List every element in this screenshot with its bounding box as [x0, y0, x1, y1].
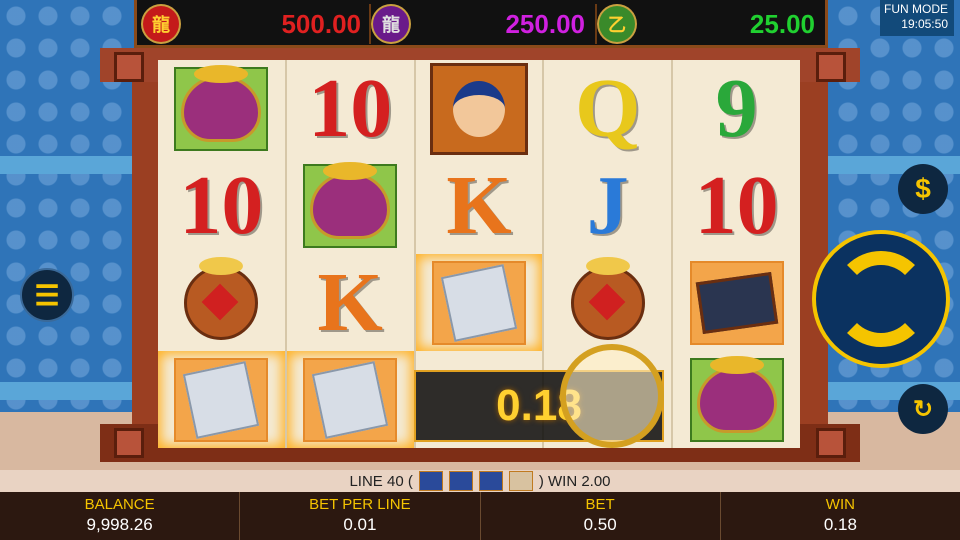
reel-cell	[673, 254, 800, 351]
jackpot-major: 龍 250.00	[373, 4, 593, 44]
king-symbol: K	[317, 255, 383, 349]
reel-cell: 10	[158, 157, 285, 254]
gold-pot-symbol	[174, 64, 269, 151]
gold-pot-icon	[310, 161, 391, 239]
jackpot-grand: 龍 500.00	[143, 4, 369, 44]
bagua-wild-icon	[560, 344, 664, 448]
reel-cell: Q	[544, 60, 671, 157]
autoplay-icon: ↻	[912, 395, 934, 423]
mode-label: FUN MODE	[884, 2, 948, 16]
bet-per-line-label: BET PER LINE	[309, 496, 411, 513]
merchant-face-icon	[452, 80, 505, 137]
frame-corner	[816, 428, 846, 458]
ten-symbol: 10	[308, 61, 393, 155]
gold-pot-symbol	[689, 355, 784, 442]
menu-icon: ☰	[34, 279, 60, 311]
spin-icon	[833, 251, 929, 347]
frame-corner	[114, 52, 144, 82]
reel-cell	[287, 157, 414, 254]
book-icon	[440, 263, 518, 342]
reel-cell	[544, 254, 671, 351]
book-icon	[183, 360, 260, 439]
reel-cell: 9	[673, 60, 800, 157]
jack-symbol: J	[586, 158, 629, 252]
win-display: WIN 0.18	[721, 492, 960, 540]
reel-1: 10	[158, 60, 287, 448]
line-info-suffix: ) WIN 2.00	[538, 472, 611, 490]
gold-pot-symbol	[303, 161, 398, 248]
dollar-icon: $	[915, 173, 931, 204]
rice-jar-icon	[570, 256, 645, 340]
nine-symbol: 9	[715, 61, 758, 155]
reel-cell	[673, 351, 800, 448]
reel-cell: 10	[673, 157, 800, 254]
queen-symbol: Q	[575, 61, 641, 155]
ten-symbol: 10	[179, 158, 264, 252]
purple-dragon-icon: 龍	[373, 6, 409, 42]
reel-cell	[416, 60, 543, 157]
divider	[369, 4, 371, 44]
reel-cell: K	[287, 254, 414, 351]
jackpot-grand-value: 500.00	[281, 8, 361, 39]
line-info-prefix: LINE 40 (	[349, 472, 413, 490]
bet-settings-button[interactable]: $	[898, 164, 948, 214]
reel-cell	[416, 254, 543, 351]
gold-pot-icon	[696, 355, 777, 433]
balance-label: BALANCE	[84, 496, 155, 513]
reel-cell: J	[544, 157, 671, 254]
balance-display: BALANCE 9,998.26	[0, 492, 241, 540]
win-label: WIN	[825, 496, 855, 513]
bet-display[interactable]: BET 0.50	[481, 492, 721, 540]
abacus-symbol	[689, 260, 784, 345]
win-value: 0.18	[823, 515, 857, 534]
bet-per-line-value: 0.01	[343, 515, 377, 534]
book-symbol	[431, 260, 526, 345]
menu-button[interactable]: ☰	[20, 268, 74, 322]
spin-button[interactable]	[812, 230, 950, 368]
balance-value: 9,998.26	[86, 515, 153, 534]
bet-label: BET	[585, 496, 615, 513]
jackpot-bar: 龍 500.00 龍 250.00 乙 25.00	[134, 0, 828, 48]
reel-cell: K	[416, 157, 543, 254]
reel-cell	[158, 351, 285, 448]
jackpot-minor: 乙 25.00	[599, 4, 823, 44]
clock: 19:05:50	[901, 17, 948, 31]
bet-per-line-display[interactable]: BET PER LINE 0.01	[240, 492, 481, 540]
bet-value: 0.50	[583, 515, 617, 534]
reel-cell	[158, 60, 285, 157]
book-icon	[312, 360, 389, 439]
merchant-symbol	[429, 62, 528, 155]
rice-jar-icon	[184, 256, 259, 340]
book-mini-icon	[418, 471, 443, 491]
frame-corner	[816, 52, 846, 82]
line-win-info: LINE 40 ( ) WIN 2.00	[0, 470, 960, 492]
frame-corner	[114, 428, 144, 458]
reel-5: 9 10	[673, 60, 800, 448]
jackpot-major-value: 250.00	[505, 8, 585, 39]
ten-symbol: 10	[694, 158, 779, 252]
book-symbol	[174, 357, 269, 442]
green-coin-icon: 乙	[599, 6, 635, 42]
bottom-bar: BALANCE 9,998.26 BET PER LINE 0.01 BET 0…	[0, 492, 960, 540]
gold-pot-icon	[181, 64, 262, 142]
jackpot-minor-value: 25.00	[749, 8, 815, 39]
abacus-icon	[695, 271, 778, 334]
book-symbol	[303, 357, 398, 442]
red-dragon-icon: 龍	[143, 6, 179, 42]
divider	[595, 4, 597, 44]
autoplay-button[interactable]: ↻	[898, 384, 948, 434]
reel-2: 10 K	[286, 60, 416, 448]
reel-cell	[158, 254, 285, 351]
book-mini-icon	[448, 471, 473, 491]
book-mini-icon	[478, 471, 503, 491]
reel-cell	[287, 351, 414, 448]
reel-cell: 10	[287, 60, 414, 157]
fun-mode-badge: FUN MODE 19:05:50	[880, 0, 954, 36]
king-symbol: K	[446, 158, 512, 252]
wild-mini-icon	[508, 471, 533, 491]
